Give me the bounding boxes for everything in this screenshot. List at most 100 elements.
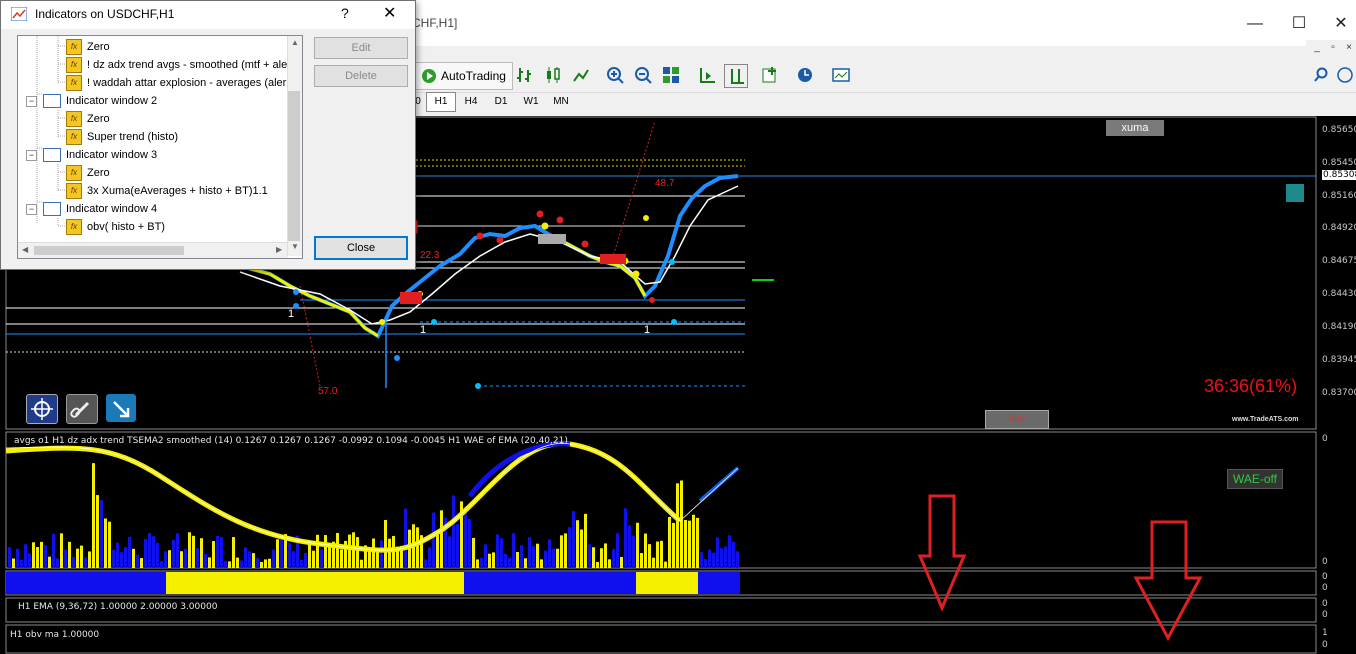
histogram-bar (16, 548, 19, 568)
tree-item-window[interactable]: − Indicator window 2 (26, 92, 157, 110)
histogram-bar (452, 495, 455, 568)
tile-windows-icon[interactable] (660, 64, 682, 86)
edit-button[interactable]: Edit (314, 37, 408, 59)
tf-button-d1[interactable]: D1 (486, 92, 516, 112)
pane4-tick: 0 (1322, 640, 1328, 650)
histogram-bar (356, 537, 359, 568)
indicators-dialog: Indicators on USDCHF,H1 ? ✕ fx Zero fx ! d… (0, 0, 416, 270)
histogram-bar (736, 551, 739, 568)
collapse-icon[interactable]: − (26, 149, 37, 161)
pane4-label: H1 obv ma 1.00000 (10, 630, 100, 640)
histogram-bar (660, 540, 663, 568)
histogram-bar (612, 549, 615, 568)
histogram-bar (668, 517, 671, 568)
histogram-bar (152, 536, 155, 568)
indicator-tree[interactable]: fx Zero fx ! dz adx trend avgs - smoothed … (17, 35, 303, 259)
crosshair-icon[interactable] (26, 394, 58, 424)
scroll-right-icon[interactable]: ▶ (276, 245, 282, 254)
indicator-icon: fx (66, 39, 82, 55)
histogram-bar (260, 561, 263, 568)
histogram-bar (652, 557, 655, 568)
histogram-bar (592, 547, 595, 568)
tree-item-indicator[interactable]: fx 3x Xuma(eAverages + histo + BT)1.1 (66, 182, 268, 200)
chart-shift-icon[interactable] (724, 64, 748, 88)
minimize-button[interactable]: — (1232, 10, 1278, 38)
help-button[interactable]: ? (341, 5, 349, 21)
autotrading-icon (422, 69, 436, 83)
tree-item-indicator[interactable]: fx obv( histo + BT) (66, 218, 165, 236)
histogram-bar (216, 535, 219, 568)
expand-icon[interactable] (106, 394, 136, 422)
horizontal-scrollbar[interactable]: ◀ ▶ (18, 242, 288, 258)
histogram-bar (44, 545, 47, 568)
histogram-bar (528, 537, 531, 568)
histogram-bar (732, 541, 735, 568)
menu-restore-icon[interactable]: ▫ (1326, 41, 1340, 55)
histogram-bar (160, 561, 163, 568)
tf-button-w1[interactable]: W1 (516, 92, 546, 112)
scroll-down-icon[interactable]: ▼ (291, 242, 299, 251)
tf-button-h4[interactable]: H4 (456, 92, 486, 112)
tf-button-h1[interactable]: H1 (426, 92, 456, 112)
autotrading-button[interactable]: AutoTrading (414, 62, 513, 90)
histogram-bar (8, 547, 11, 568)
menu-close-icon[interactable]: × (1342, 41, 1356, 55)
periods-icon[interactable] (794, 64, 816, 86)
histogram-bar (128, 536, 131, 568)
scroll-left-icon[interactable]: ◀ (22, 245, 28, 254)
link-icon[interactable] (66, 394, 98, 424)
collapse-icon[interactable]: − (26, 95, 37, 107)
histogram-bar (428, 547, 431, 568)
histogram-bar (680, 480, 683, 568)
tree-item-indicator[interactable]: fx Super trend (histo) (66, 128, 178, 146)
zoom-in-icon[interactable] (604, 64, 626, 86)
histogram-bar (52, 533, 55, 568)
histogram-bar (132, 548, 135, 568)
status-square[interactable] (1286, 184, 1304, 202)
histogram-bar (184, 548, 187, 568)
maximize-button[interactable]: ☐ (1276, 10, 1322, 38)
close-window-button[interactable]: ✕ (1318, 10, 1356, 38)
delete-button[interactable]: Delete (314, 65, 408, 87)
price-tick: 0.84920 (1322, 223, 1356, 233)
tf-button-mn[interactable]: MN (546, 92, 576, 112)
histogram-bar (108, 521, 111, 568)
xuma-button[interactable]: xuma (1106, 120, 1164, 136)
close-button[interactable]: Close (314, 236, 408, 260)
tree-item-indicator[interactable]: fx Zero (66, 164, 110, 182)
price-tick: 0.83945 (1322, 355, 1356, 365)
chat-icon[interactable] (1334, 64, 1356, 86)
autoscroll-icon[interactable] (696, 64, 718, 86)
dialog-close-icon[interactable]: ✕ (383, 3, 396, 23)
scroll-thumb[interactable] (288, 91, 300, 241)
menu-minimize-icon[interactable]: _ (1310, 41, 1324, 55)
tree-item-indicator[interactable]: fx ! dz adx trend avgs - smoothed (mtf + … (66, 56, 287, 74)
wae-off-button[interactable]: WAE-off (1227, 469, 1283, 489)
zoom-out-icon[interactable] (632, 64, 654, 86)
indicator-icon: fx (66, 129, 82, 145)
tree-item-indicator[interactable]: fx Zero (66, 110, 110, 128)
line-chart-icon[interactable] (570, 64, 592, 86)
brand-label: www.TradeATS.com (1232, 416, 1299, 423)
search-icon[interactable] (1310, 64, 1332, 86)
tree-item-window[interactable]: − Indicator window 3 (26, 146, 157, 164)
tree-item-window[interactable]: − Indicator window 4 (26, 200, 157, 218)
bar-chart-icon[interactable] (514, 64, 536, 86)
scroll-thumb[interactable] (34, 246, 184, 255)
tree-item-indicator[interactable]: fx ! waddah attar explosion - averages (a… (66, 74, 286, 92)
templates-icon[interactable] (830, 64, 852, 86)
collapse-icon[interactable]: − (26, 203, 37, 215)
histogram-bar (580, 529, 583, 568)
histogram-bar (384, 519, 387, 568)
candlestick-icon[interactable] (542, 64, 564, 86)
histogram-bar (620, 556, 623, 568)
tree-item-indicator[interactable]: fx Zero (66, 38, 110, 56)
indicators-icon[interactable] (760, 64, 782, 86)
histogram-bar (308, 543, 311, 568)
scroll-up-icon[interactable]: ▲ (291, 38, 299, 47)
pane3-tick: 0 (1322, 610, 1328, 620)
histogram-bar (56, 558, 59, 568)
tree-item-label: ! waddah attar explosion - averages (ale… (87, 77, 287, 89)
timeframe-bar: 0 H1 H4 D1 W1 MN (410, 92, 576, 112)
obv-button[interactable]: obv (985, 410, 1049, 429)
